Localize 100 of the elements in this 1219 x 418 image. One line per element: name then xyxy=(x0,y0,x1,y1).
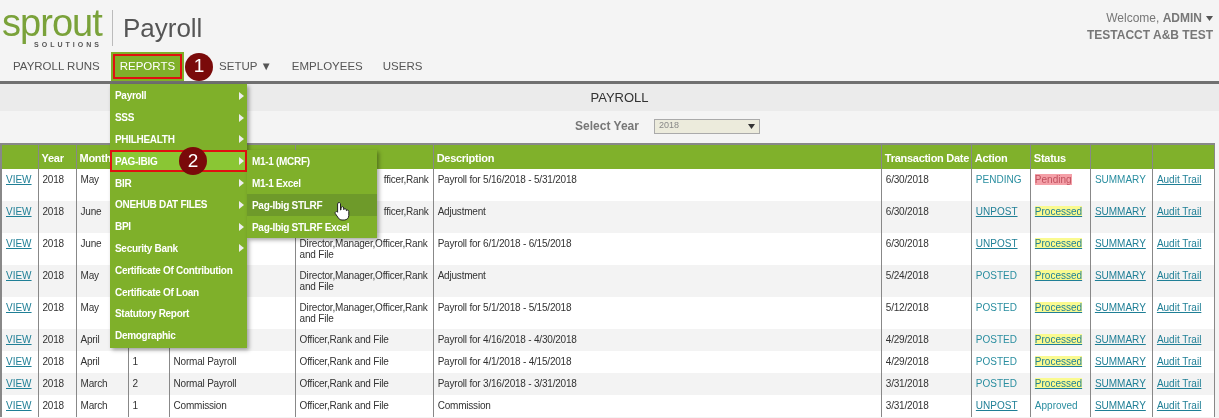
table-link[interactable]: Audit Trail xyxy=(1156,302,1202,313)
menu-item[interactable]: ONEHUB DAT FILES xyxy=(110,194,247,216)
column-header: Action xyxy=(974,152,1008,164)
table-cell: 2018 xyxy=(42,174,64,185)
column-header: Description xyxy=(436,152,495,164)
table-cell: Director,Manager,Officer,Rank and File xyxy=(299,238,429,260)
nav-tab[interactable]: EMPLOYEES xyxy=(282,52,372,81)
status-link[interactable]: Processed xyxy=(1034,356,1083,367)
table-cell: 6/30/2018 xyxy=(885,206,929,217)
app-title: Payroll xyxy=(122,11,203,45)
status-link[interactable]: Processed xyxy=(1034,302,1083,313)
status-link[interactable]: Processed xyxy=(1034,378,1083,389)
table-link[interactable]: Audit Trail xyxy=(1156,206,1202,217)
table-cell: Commission xyxy=(437,400,491,411)
table-link[interactable]: VIEW xyxy=(6,302,32,313)
table-cell: March xyxy=(80,400,108,411)
menu-item[interactable]: Security Bank xyxy=(110,237,247,260)
table-cell: Officer,Rank and File xyxy=(299,378,389,389)
table-cell: 2018 xyxy=(42,270,64,281)
submenu-item[interactable]: M1-1 (MCRF) xyxy=(247,150,377,173)
table-link[interactable]: SUMMARY xyxy=(1094,334,1146,345)
table-cell: 2018 xyxy=(42,302,64,313)
table-link[interactable]: VIEW xyxy=(6,238,32,249)
table-link[interactable]: VIEW xyxy=(6,206,32,217)
submenu-arrow-icon xyxy=(239,244,244,253)
table-link[interactable]: SUMMARY xyxy=(1094,400,1146,411)
table-link[interactable]: SUMMARY xyxy=(1094,302,1146,313)
table-cell: Commission xyxy=(173,400,227,411)
table-link[interactable]: UNPOST xyxy=(975,400,1018,411)
status-link[interactable]: Processed xyxy=(1034,270,1083,281)
menu-item[interactable]: Statutory Report xyxy=(110,302,247,325)
status-link[interactable]: Processed xyxy=(1034,334,1083,345)
step-number-badge: 1 xyxy=(185,52,214,81)
table-cell: 6/30/2018 xyxy=(885,174,929,185)
table-cell: POSTED xyxy=(975,270,1017,281)
table-cell: SUMMARY xyxy=(1094,174,1146,185)
year-select[interactable]: 2018 xyxy=(653,118,760,134)
table-link[interactable]: Audit Trail xyxy=(1156,356,1202,367)
caret-icon xyxy=(1206,16,1213,21)
table-cell: POSTED xyxy=(975,334,1017,345)
submenu-arrow-icon xyxy=(239,179,244,188)
menu-item[interactable]: Demographic xyxy=(110,324,247,347)
table-link[interactable]: Audit Trail xyxy=(1156,378,1202,389)
table-cell: Officer,Rank and File xyxy=(299,334,389,345)
table-link[interactable]: Audit Trail xyxy=(1156,174,1202,185)
submenu-item[interactable]: Pag-Ibig STLRF Excel xyxy=(247,216,377,239)
table-cell: POSTED xyxy=(975,378,1017,389)
table-cell: Officer,Rank and File xyxy=(299,400,389,411)
menu-item[interactable]: Payroll xyxy=(110,85,247,107)
table-link[interactable]: SUMMARY xyxy=(1094,356,1146,367)
table-link[interactable]: VIEW xyxy=(6,334,32,345)
table-cell: 5/12/2018 xyxy=(885,302,929,313)
table-link[interactable]: UNPOST xyxy=(975,206,1018,217)
table-link[interactable]: SUMMARY xyxy=(1094,378,1146,389)
column-header: Year xyxy=(41,152,64,164)
table-cell: Payroll for 3/16/2018 - 3/31/2018 xyxy=(437,378,577,389)
status-badge: Pending xyxy=(1034,174,1072,185)
table-link[interactable]: UNPOST xyxy=(975,238,1018,249)
nav-tab[interactable]: USERS xyxy=(373,52,432,81)
submenu-arrow-icon xyxy=(239,200,244,209)
table-link[interactable]: SUMMARY xyxy=(1094,238,1146,249)
table-link[interactable]: SUMMARY xyxy=(1094,270,1146,281)
table-link[interactable]: VIEW xyxy=(6,356,32,367)
table-link[interactable]: VIEW xyxy=(6,400,32,411)
submenu-arrow-icon xyxy=(239,91,244,100)
table-cell: 4/29/2018 xyxy=(885,334,929,345)
table-link[interactable]: Audit Trail xyxy=(1156,238,1202,249)
table-link[interactable]: SUMMARY xyxy=(1094,206,1146,217)
nav-tab[interactable]: PAYROLL RUNS xyxy=(4,52,109,81)
submenu-item[interactable]: Pag-Ibig STLRF xyxy=(247,194,377,217)
hand-cursor-icon xyxy=(334,201,350,221)
table-cell: Payroll for 5/16/2018 - 5/31/2018 xyxy=(437,174,577,185)
status-link[interactable]: Processed xyxy=(1034,206,1083,217)
table-cell: April xyxy=(80,356,100,367)
column-header: Month xyxy=(79,152,112,164)
table-link[interactable]: VIEW xyxy=(6,174,32,185)
table-link[interactable]: Audit Trail xyxy=(1156,400,1202,411)
status-link[interactable]: Processed xyxy=(1034,238,1083,249)
menu-item[interactable]: Certificate Of Loan xyxy=(110,281,247,303)
submenu-item[interactable]: M1-1 Excel xyxy=(247,172,377,195)
table-cell: Normal Payroll xyxy=(173,378,237,389)
table-cell: POSTED xyxy=(975,302,1017,313)
menu-item[interactable]: BPI xyxy=(110,215,247,238)
table-cell: fficer,Rank xyxy=(383,174,429,185)
table-cell: 2018 xyxy=(42,378,64,389)
table-cell: 2018 xyxy=(42,206,64,217)
table-cell: Normal Payroll xyxy=(173,356,237,367)
nav-tab[interactable]: REPORTS xyxy=(110,52,185,81)
table-link[interactable]: VIEW xyxy=(6,270,32,281)
menu-item[interactable]: SSS xyxy=(110,106,247,129)
step-number-badge: 2 xyxy=(179,147,207,176)
table-link[interactable]: VIEW xyxy=(6,378,32,389)
table-cell: 4/29/2018 xyxy=(885,356,929,367)
table-cell: May xyxy=(80,174,99,185)
menu-item[interactable]: Certificate Of Contribution xyxy=(110,259,247,282)
table-cell: June xyxy=(80,206,102,217)
table-link[interactable]: Audit Trail xyxy=(1156,270,1202,281)
table-cell: 1 xyxy=(132,356,138,367)
table-cell: Payroll for 6/1/2018 - 6/15/2018 xyxy=(437,238,572,249)
table-link[interactable]: Audit Trail xyxy=(1156,334,1202,345)
